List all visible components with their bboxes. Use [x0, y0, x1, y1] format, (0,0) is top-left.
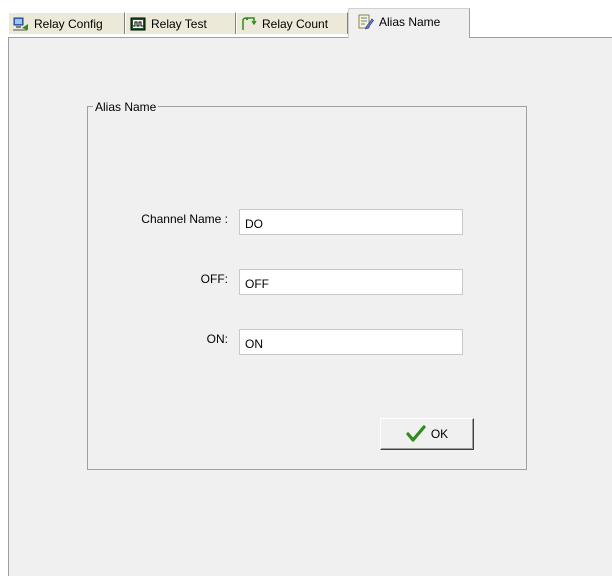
network-computer-icon — [13, 17, 28, 30]
tab-label: Relay Config — [34, 16, 103, 31]
on-alias-input[interactable] — [239, 329, 463, 355]
off-alias-input[interactable] — [239, 269, 463, 295]
groupbox-title: Alias Name — [93, 100, 159, 114]
tab-label: Alias Name — [379, 14, 441, 29]
channel-name-label: Channel Name : — [141, 212, 228, 226]
alias-name-groupbox: Alias Name Channel Name : OFF: ON: OK — [87, 100, 527, 470]
channel-name-input[interactable] — [239, 209, 463, 235]
counter-icon — [242, 16, 257, 30]
edit-note-icon — [358, 14, 374, 29]
tab-alias-name[interactable]: Alias Name — [348, 8, 470, 38]
on-label: ON: — [206, 332, 228, 346]
tab-label: Relay Test — [151, 16, 207, 31]
ok-button[interactable]: OK — [380, 418, 474, 450]
tab-relay-config[interactable]: Relay Config — [8, 12, 125, 34]
tab-relay-count[interactable]: Relay Count — [236, 12, 348, 34]
ok-button-label: OK — [430, 427, 449, 441]
off-label: OFF: — [200, 272, 228, 286]
chip-icon — [130, 17, 146, 30]
tab-relay-test[interactable]: Relay Test — [125, 12, 236, 34]
checkmark-icon — [406, 425, 426, 442]
tab-strip: Relay Config Relay Test Relay Count Alia… — [8, 8, 612, 38]
tab-label: Relay Count — [262, 16, 329, 31]
alias-name-panel: Alias Name Channel Name : OFF: ON: OK — [8, 37, 612, 576]
